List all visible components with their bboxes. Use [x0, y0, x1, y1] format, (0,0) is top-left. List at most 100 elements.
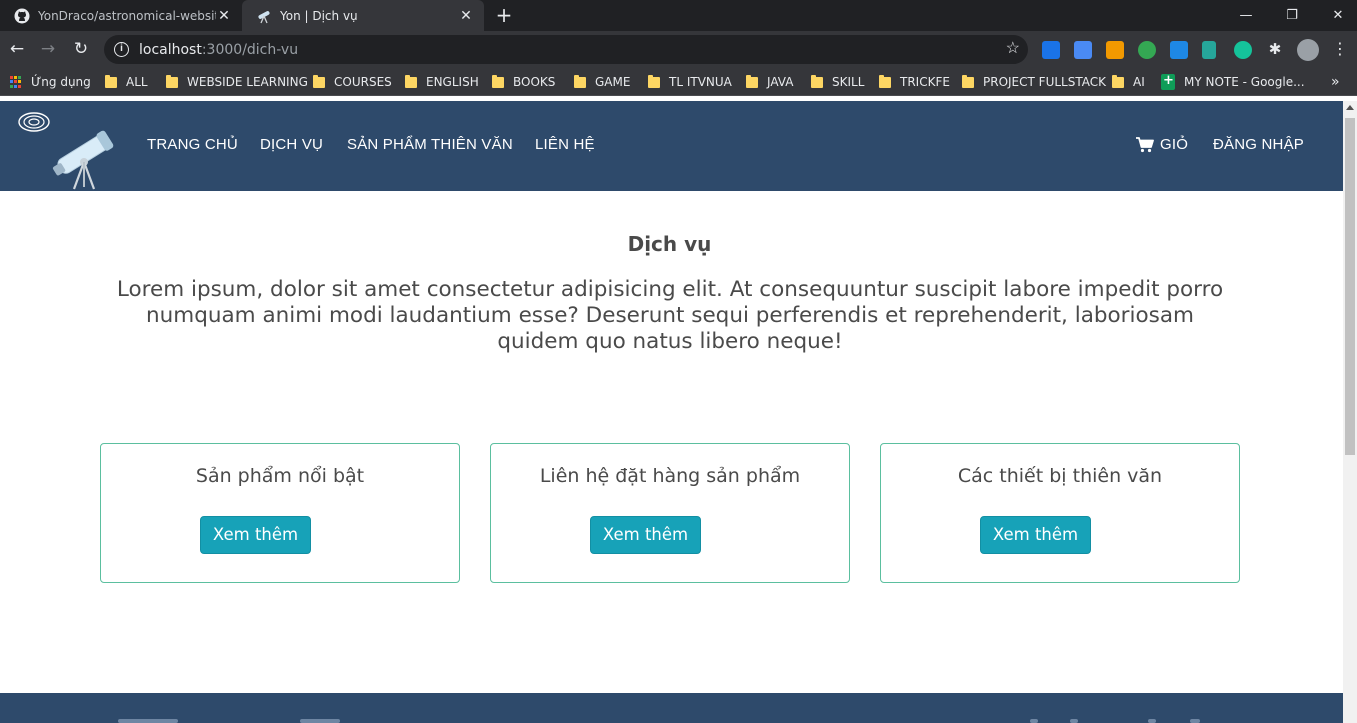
bookmark-label: JAVA [767, 75, 794, 89]
minimize-icon[interactable]: — [1223, 0, 1269, 31]
url-text: localhost:3000/dich-vu [139, 42, 298, 58]
close-tab-icon[interactable]: ✕ [216, 8, 232, 24]
bookmark-folder[interactable]: TL ITVNUA [648, 68, 732, 96]
browser-toolbar: ← → ↻ i localhost:3000/dich-vu ☆ ✱ ⋮ [0, 31, 1357, 68]
shopping-cart-icon[interactable] [1136, 137, 1154, 153]
bookmark-label: MY NOTE - Google... [1184, 75, 1305, 89]
bookmark-label: PROJECT FULLSTACK [983, 75, 1106, 89]
folder-icon [574, 74, 586, 88]
more-bookmarks-icon[interactable]: » [1331, 68, 1340, 96]
browser-menu-icon[interactable]: ⋮ [1329, 38, 1351, 60]
bookmark-apps[interactable]: Ứng dụng [10, 68, 91, 96]
translate-extension-icon[interactable] [1074, 41, 1092, 59]
nav-link-home[interactable]: TRANG CHỦ [147, 136, 238, 153]
scrollbar-thumb[interactable] [1345, 118, 1355, 455]
extension-icon[interactable] [1202, 41, 1216, 59]
bookmark-label: SKILL [832, 75, 865, 89]
bookmark-label: ENGLISH [426, 75, 479, 89]
bookmark-folder[interactable]: PROJECT FULLSTACK [962, 68, 1106, 96]
facebook-icon[interactable] [1030, 719, 1038, 723]
bookmark-label: ALL [126, 75, 148, 89]
bookmark-label: AI [1133, 75, 1145, 89]
browser-tab-github[interactable]: YonDraco/astronomical-website ✕ [0, 0, 242, 31]
tab-title: Yon | Dịch vụ [280, 8, 358, 23]
site-footer [0, 693, 1343, 723]
bookmark-folder[interactable]: BOOKS [492, 68, 555, 96]
folder-icon [746, 74, 758, 88]
bookmark-folder[interactable]: ALL [105, 68, 148, 96]
back-icon[interactable]: ← [6, 38, 28, 60]
service-card-featured-products: Sản phẩm nổi bật Xem thêm [100, 443, 460, 583]
nav-link-cart[interactable]: GIỎ [1160, 136, 1188, 153]
site-info-icon[interactable]: i [114, 42, 129, 57]
bookmark-folder[interactable]: WEBSIDE LEARNING [166, 68, 308, 96]
bookmark-label: Ứng dụng [31, 75, 91, 89]
folder-icon [492, 74, 504, 88]
extension-icon[interactable] [1138, 41, 1156, 59]
bookmark-sheet[interactable]: MY NOTE - Google... [1161, 68, 1305, 96]
folder-icon [166, 74, 178, 88]
bookmark-folder[interactable]: AI [1112, 68, 1145, 96]
social-icon[interactable] [1070, 719, 1078, 723]
see-more-button[interactable]: Xem thêm [590, 516, 701, 554]
apps-grid-icon [10, 76, 22, 88]
extension-icon[interactable] [1042, 41, 1060, 59]
bookmark-star-icon[interactable]: ☆ [1006, 40, 1020, 58]
footer-text-fragment [300, 719, 340, 723]
nav-link-login[interactable]: ĐĂNG NHẬP [1213, 136, 1304, 153]
card-title: Sản phẩm nổi bật [195, 465, 365, 487]
section-title: Dịch vụ [627, 232, 712, 256]
social-icon[interactable] [1190, 719, 1200, 723]
restore-icon[interactable]: ❐ [1269, 0, 1315, 31]
site-header: TRANG CHỦ DỊCH VỤ SẢN PHẨM THIÊN VĂN LIÊ… [0, 101, 1343, 191]
extensions-puzzle-icon[interactable]: ✱ [1266, 41, 1284, 59]
bookmark-folder[interactable]: JAVA [746, 68, 793, 96]
scroll-up-arrow-icon[interactable] [1346, 105, 1354, 110]
page-scrollbar[interactable] [1343, 101, 1357, 723]
close-tab-icon[interactable]: ✕ [458, 8, 474, 24]
bookmark-label: TRICKFE [900, 75, 950, 89]
bookmark-label: COURSES [334, 75, 392, 89]
url-path: :3000/dich-vu [201, 41, 299, 58]
telescope-logo-icon[interactable] [16, 107, 116, 191]
close-window-icon[interactable]: ✕ [1315, 0, 1357, 31]
nav-link-contact[interactable]: LIÊN HỆ [535, 136, 595, 153]
bookmark-folder[interactable]: SKILL [811, 68, 864, 96]
bookmark-folder[interactable]: TRICKFE [879, 68, 950, 96]
tab-title: YonDraco/astronomical-website [38, 8, 216, 23]
nav-link-products[interactable]: SẢN PHẨM THIÊN VĂN [347, 136, 513, 153]
social-icon[interactable] [1148, 719, 1156, 723]
extension-icon[interactable] [1170, 41, 1188, 59]
extension-icon[interactable] [1106, 41, 1124, 59]
folder-icon [648, 74, 660, 88]
nav-link-services[interactable]: DỊCH VỤ [260, 136, 323, 153]
address-bar[interactable]: i localhost:3000/dich-vu ☆ [104, 35, 1028, 64]
section-description: Lorem ipsum, dolor sit amet consectetur … [116, 277, 1224, 354]
folder-icon [962, 74, 974, 88]
folder-icon [313, 74, 325, 88]
google-sheets-icon [1161, 73, 1175, 90]
reload-icon[interactable]: ↻ [70, 38, 92, 60]
profile-avatar[interactable] [1297, 39, 1319, 61]
github-icon [14, 8, 30, 24]
browser-tab-strip: YonDraco/astronomical-website ✕ Yon | Dị… [0, 0, 1357, 31]
folder-icon [105, 74, 117, 88]
forward-icon[interactable]: → [37, 38, 59, 60]
bookmark-folder[interactable]: COURSES [313, 68, 392, 96]
bookmark-label: GAME [595, 75, 631, 89]
browser-tab-active[interactable]: Yon | Dịch vụ ✕ [242, 0, 484, 31]
bookmark-label: TL ITVNUA [669, 75, 732, 89]
bookmarks-bar: Ứng dụng ALL WEBSIDE LEARNING COURSES EN… [0, 68, 1357, 96]
footer-text-fragment [118, 719, 178, 723]
folder-icon [405, 74, 417, 88]
card-title: Liên hệ đặt hàng sản phẩm [539, 465, 801, 487]
new-tab-icon[interactable]: + [494, 4, 514, 26]
see-more-button[interactable]: Xem thêm [980, 516, 1091, 554]
grammarly-icon[interactable] [1234, 41, 1252, 59]
folder-icon [879, 74, 891, 88]
bookmark-folder[interactable]: GAME [574, 68, 630, 96]
see-more-button[interactable]: Xem thêm [200, 516, 311, 554]
bookmark-folder[interactable]: ENGLISH [405, 68, 479, 96]
bookmark-label: BOOKS [513, 75, 556, 89]
service-card-astronomy-devices: Các thiết bị thiên văn Xem thêm [880, 443, 1240, 583]
